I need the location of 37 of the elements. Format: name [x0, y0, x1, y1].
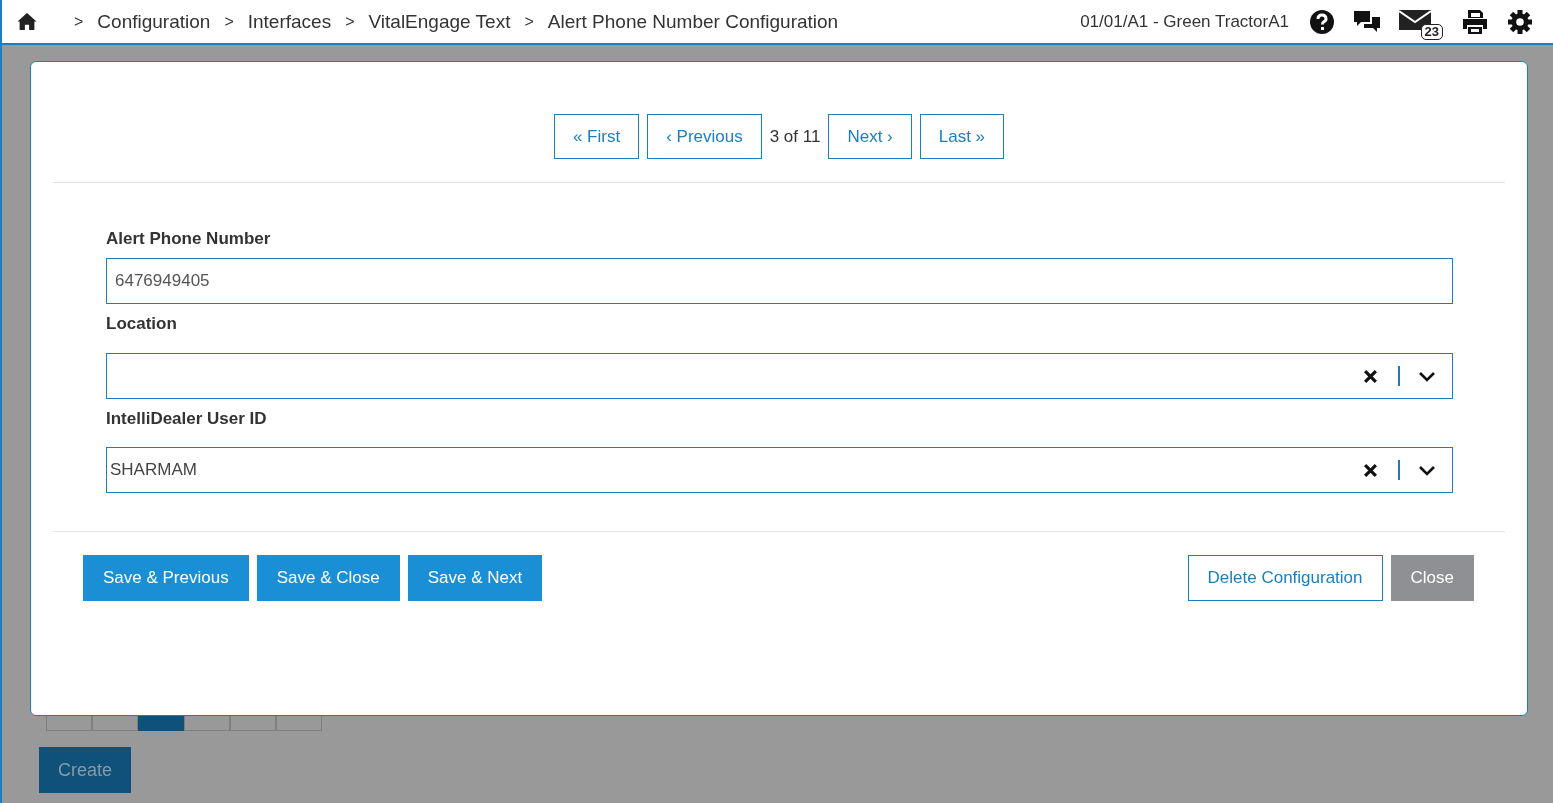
next-button[interactable]: Next ›	[828, 114, 912, 159]
chevron-down-icon[interactable]	[1418, 370, 1436, 382]
select-field[interactable]	[106, 353, 1453, 399]
location-label: 01/01/A1 - Green TractorA1	[1080, 11, 1289, 32]
select-field[interactable]: SHARMAM	[106, 447, 1453, 493]
clear-icon[interactable]	[1363, 368, 1378, 384]
last-button[interactable]: Last »	[919, 114, 1005, 159]
field-label: Alert Phone Number	[106, 229, 272, 250]
breadcrumb-link[interactable]: Configuration	[97, 10, 211, 33]
breadcrumb-link[interactable]: VitalEngage Text	[368, 10, 511, 33]
field-label: IntelliDealer User ID	[106, 409, 268, 430]
clear-icon[interactable]	[1363, 462, 1378, 478]
breadcrumb-separator: >	[345, 12, 355, 31]
mail-button[interactable]: 23	[1399, 3, 1443, 40]
breadcrumb-separator: >	[224, 12, 234, 31]
record-position: 3 of 11	[769, 126, 821, 147]
create-button[interactable]: Create	[39, 747, 131, 793]
pager-cell[interactable]	[138, 716, 184, 731]
printer-icon[interactable]	[1461, 8, 1489, 35]
home-icon[interactable]	[16, 12, 38, 31]
settings-icon[interactable]	[1507, 8, 1533, 35]
help-icon[interactable]	[1309, 8, 1335, 35]
save-button[interactable]: Save & Previous	[83, 555, 249, 601]
save-button[interactable]: Save & Close	[256, 555, 400, 601]
close-button[interactable]: Close	[1390, 555, 1474, 601]
delete-button[interactable]: Delete Configuration	[1187, 555, 1383, 601]
first-button[interactable]: « First	[553, 114, 640, 159]
save-button[interactable]: Save & Next	[407, 555, 543, 601]
breadcrumb-link[interactable]: Interfaces	[247, 10, 332, 33]
breadcrumb-separator: >	[524, 12, 534, 31]
input-field[interactable]: 6476949405	[106, 258, 1453, 304]
breadcrumb-separator: >	[74, 12, 84, 31]
breadcrumb-link[interactable]: Alert Phone Number Configuration	[547, 10, 839, 33]
field-label: Location	[106, 314, 178, 335]
chevron-down-icon[interactable]	[1418, 464, 1436, 476]
previous-button[interactable]: ‹ Previous	[647, 114, 762, 159]
mail-count-badge: 23	[1420, 23, 1443, 40]
